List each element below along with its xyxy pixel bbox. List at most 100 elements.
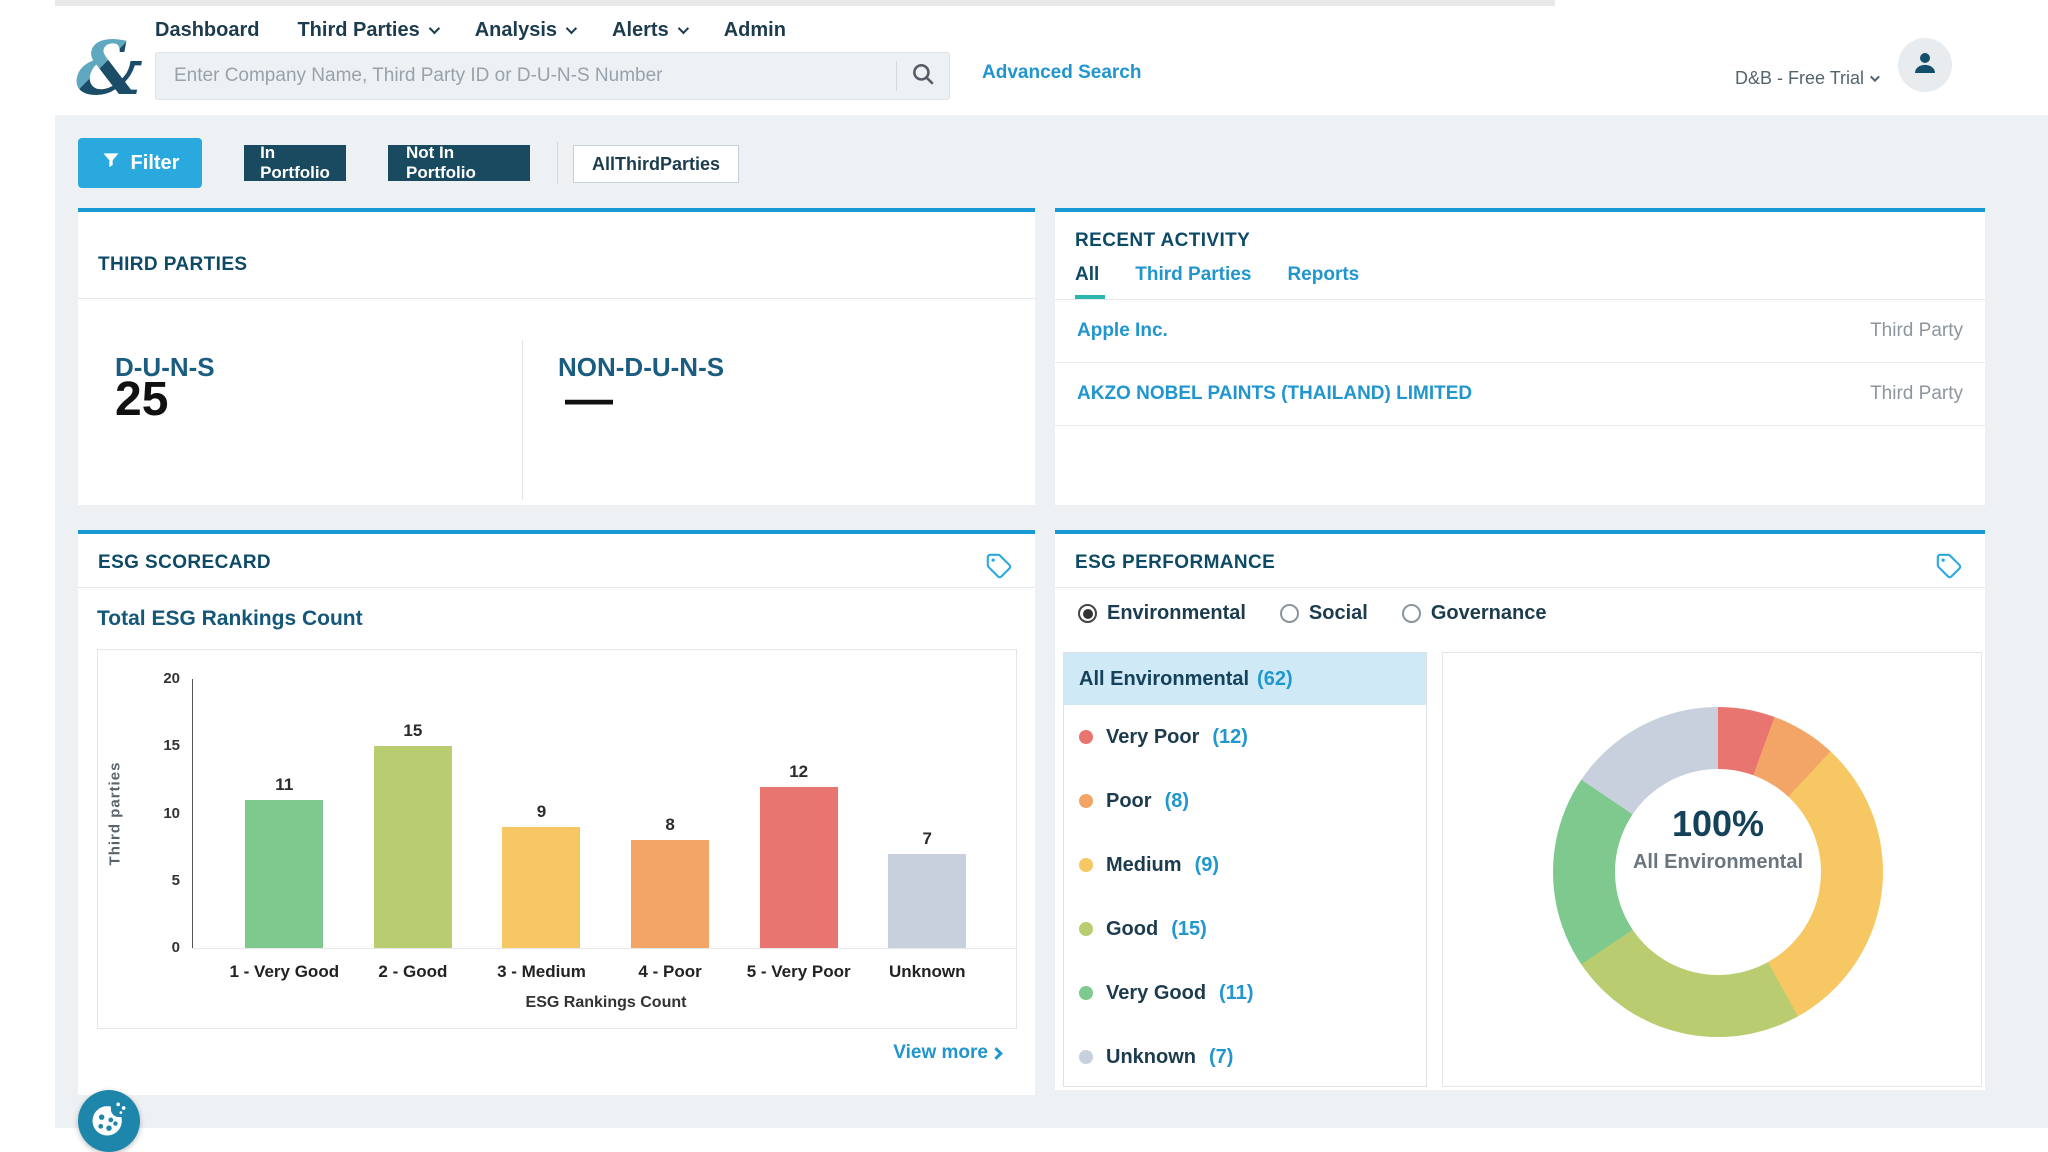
esg-list-header-label: All Environmental (1079, 668, 1249, 691)
all-third-parties-chip[interactable]: AllThirdParties (573, 145, 739, 183)
y-tick-label: 20 (126, 670, 180, 687)
esg-list-header[interactable]: All Environmental (62) (1064, 653, 1426, 705)
filter-button[interactable]: Filter (78, 138, 202, 188)
view-more-link[interactable]: View more (893, 1042, 1001, 1064)
tab-third-parties[interactable]: Third Parties (1135, 264, 1251, 298)
activity-type-label: Third Party (1870, 383, 1963, 405)
duns-count: 25 (115, 372, 168, 427)
bar-column-2-good: 152 - Good (349, 679, 478, 948)
bar[interactable] (502, 827, 580, 948)
bar[interactable] (245, 800, 323, 948)
esg-list-item-count: (15) (1171, 918, 1207, 941)
bar-value-label: 7 (923, 829, 932, 849)
bar-value-label: 9 (537, 802, 546, 822)
cookie-consent-button[interactable] (78, 1090, 140, 1152)
esg-list-item-very-poor[interactable]: Very Poor (12) (1064, 705, 1426, 769)
activity-type-label: Third Party (1870, 320, 1963, 342)
chevron-down-icon (1870, 72, 1880, 82)
top-divider (55, 0, 1555, 6)
esg-list-item-count: (7) (1209, 1046, 1233, 1069)
esg-list-item-label: Poor (1106, 790, 1152, 813)
account-menu[interactable]: D&B - Free Trial (1735, 68, 1877, 89)
donut-center: 100% All Environmental (1553, 803, 1883, 874)
esg-list-header-count: (62) (1257, 668, 1293, 691)
bar-category-label: 3 - Medium (497, 962, 586, 982)
not-in-portfolio-button[interactable]: Not In Portfolio (388, 145, 530, 181)
y-axis-line (192, 679, 193, 948)
cookie-icon (87, 1097, 131, 1146)
radio-governance[interactable]: Governance (1402, 602, 1547, 625)
esg-list-item-very-good[interactable]: Very Good (11) (1064, 961, 1426, 1025)
esg-list-item-medium[interactable]: Medium (9) (1064, 833, 1426, 897)
tab-all[interactable]: All (1075, 264, 1099, 298)
esg-list-item-unknown[interactable]: Unknown (7) (1064, 1025, 1426, 1089)
esg-list-item-count: (12) (1212, 726, 1248, 749)
activity-company-link[interactable]: AKZO NOBEL PAINTS (THAILAND) LIMITED (1077, 383, 1472, 405)
nav-item-third-parties[interactable]: Third Parties (297, 19, 436, 42)
esg-list-item-label: Medium (1106, 854, 1182, 877)
dnb-logo-glyph: & (76, 26, 143, 112)
dnb-logo[interactable]: & (76, 32, 156, 110)
search-button[interactable] (897, 53, 949, 99)
y-tick-label: 5 (126, 872, 180, 889)
bar-column-3-medium: 93 - Medium (477, 679, 606, 948)
in-portfolio-button[interactable]: In Portfolio (244, 145, 346, 181)
nav-item-dashboard[interactable]: Dashboard (155, 19, 259, 42)
radio-circle-icon (1402, 604, 1421, 623)
third-parties-card: THIRD PARTIES D-U-N-S 25 NON-D-U-N-S — (78, 208, 1035, 505)
advanced-search-link[interactable]: Advanced Search (982, 62, 1141, 84)
esg-list-item-good[interactable]: Good (15) (1064, 897, 1426, 961)
dashboard-page: & Dashboard Third Parties Analysis Alerts Ad… (0, 0, 2048, 1152)
chevron-right-icon (990, 1047, 1003, 1060)
bar[interactable] (631, 840, 709, 948)
esg-list-item-label: Very Poor (1106, 726, 1199, 749)
recent-activity-title: RECENT ACTIVITY (1075, 230, 1250, 252)
bar-chart-title: Total ESG Rankings Count (97, 607, 363, 631)
funnel-icon (101, 150, 121, 176)
bar-column-unknown: 7Unknown (863, 679, 992, 948)
bar[interactable] (374, 746, 452, 948)
radio-environmental[interactable]: Environmental (1078, 602, 1246, 625)
y-tick-label: 15 (126, 737, 180, 754)
bar-group: 111 - Very Good152 - Good93 - Medium84 -… (220, 679, 992, 948)
nav-item-admin[interactable]: Admin (724, 19, 786, 42)
esg-scorecard-title: ESG SCORECARD (98, 552, 271, 574)
tab-reports[interactable]: Reports (1287, 264, 1359, 298)
column-divider (522, 340, 523, 500)
activity-company-link[interactable]: Apple Inc. (1077, 320, 1168, 342)
non-duns-count: — (565, 372, 613, 427)
esg-performance-card: ESG PERFORMANCE Environmental Social Gover… (1055, 530, 1985, 1090)
nav-item-label: Third Parties (297, 19, 419, 42)
bar[interactable] (888, 854, 966, 948)
chevron-down-icon (677, 23, 688, 34)
esg-list-item-poor[interactable]: Poor (8) (1064, 769, 1426, 833)
y-axis-label: Third parties (107, 739, 124, 889)
bar-category-label: 4 - Poor (638, 962, 701, 982)
radio-social[interactable]: Social (1280, 602, 1368, 625)
radio-circle-icon (1280, 604, 1299, 623)
ranking-dot-icon (1079, 730, 1093, 744)
nav-item-analysis[interactable]: Analysis (475, 19, 574, 42)
activity-row[interactable]: AKZO NOBEL PAINTS (THAILAND) LIMITED Thir… (1055, 363, 1985, 426)
esg-performance-title: ESG PERFORMANCE (1075, 552, 1275, 574)
nav-item-label: Admin (724, 19, 786, 42)
bar-category-label: 5 - Very Poor (747, 962, 851, 982)
nav-item-alerts[interactable]: Alerts (612, 19, 686, 42)
ranking-dot-icon (1079, 922, 1093, 936)
recent-activity-list: Apple Inc.Third PartyAKZO NOBEL PAINTS (… (1055, 300, 1985, 426)
bar-category-label: 1 - Very Good (230, 962, 340, 982)
company-search-box (155, 52, 950, 100)
bar-category-label: 2 - Good (378, 962, 447, 982)
tag-icon[interactable] (985, 552, 1013, 580)
tag-icon[interactable] (1935, 552, 1963, 580)
recent-activity-tabs: All Third Parties Reports (1075, 264, 1359, 298)
activity-row[interactable]: Apple Inc. Third Party (1055, 300, 1985, 363)
user-avatar[interactable] (1898, 38, 1952, 92)
search-input[interactable] (156, 53, 896, 99)
x-axis-label: ESG Rankings Count (526, 994, 687, 1012)
esg-list-item-count: (8) (1165, 790, 1189, 813)
card-header-divider (78, 298, 1035, 299)
bar[interactable] (760, 787, 838, 948)
nav-item-label: Alerts (612, 19, 669, 42)
esg-list-item-count: (11) (1219, 982, 1253, 1005)
